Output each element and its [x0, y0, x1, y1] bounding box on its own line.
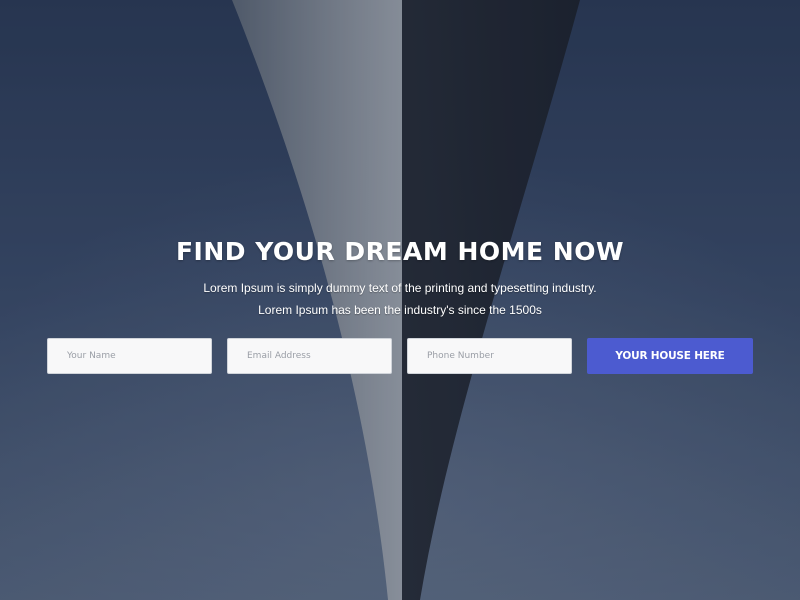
- submit-button[interactable]: YOUR HOUSE HERE: [587, 338, 753, 374]
- hero-headline: FIND YOUR DREAM HOME NOW: [175, 236, 625, 266]
- name-input[interactable]: [47, 338, 212, 374]
- email-input[interactable]: [227, 338, 392, 374]
- hero-overlay: [0, 0, 800, 600]
- hero-subline-2: Lorem Ipsum has been the industry's sinc…: [258, 303, 542, 317]
- phone-input[interactable]: [407, 338, 572, 374]
- hero-subline-1: Lorem Ipsum is simply dummy text of the …: [203, 281, 597, 295]
- hero-section: FIND YOUR DREAM HOME NOW Lorem Ipsum is …: [0, 0, 800, 600]
